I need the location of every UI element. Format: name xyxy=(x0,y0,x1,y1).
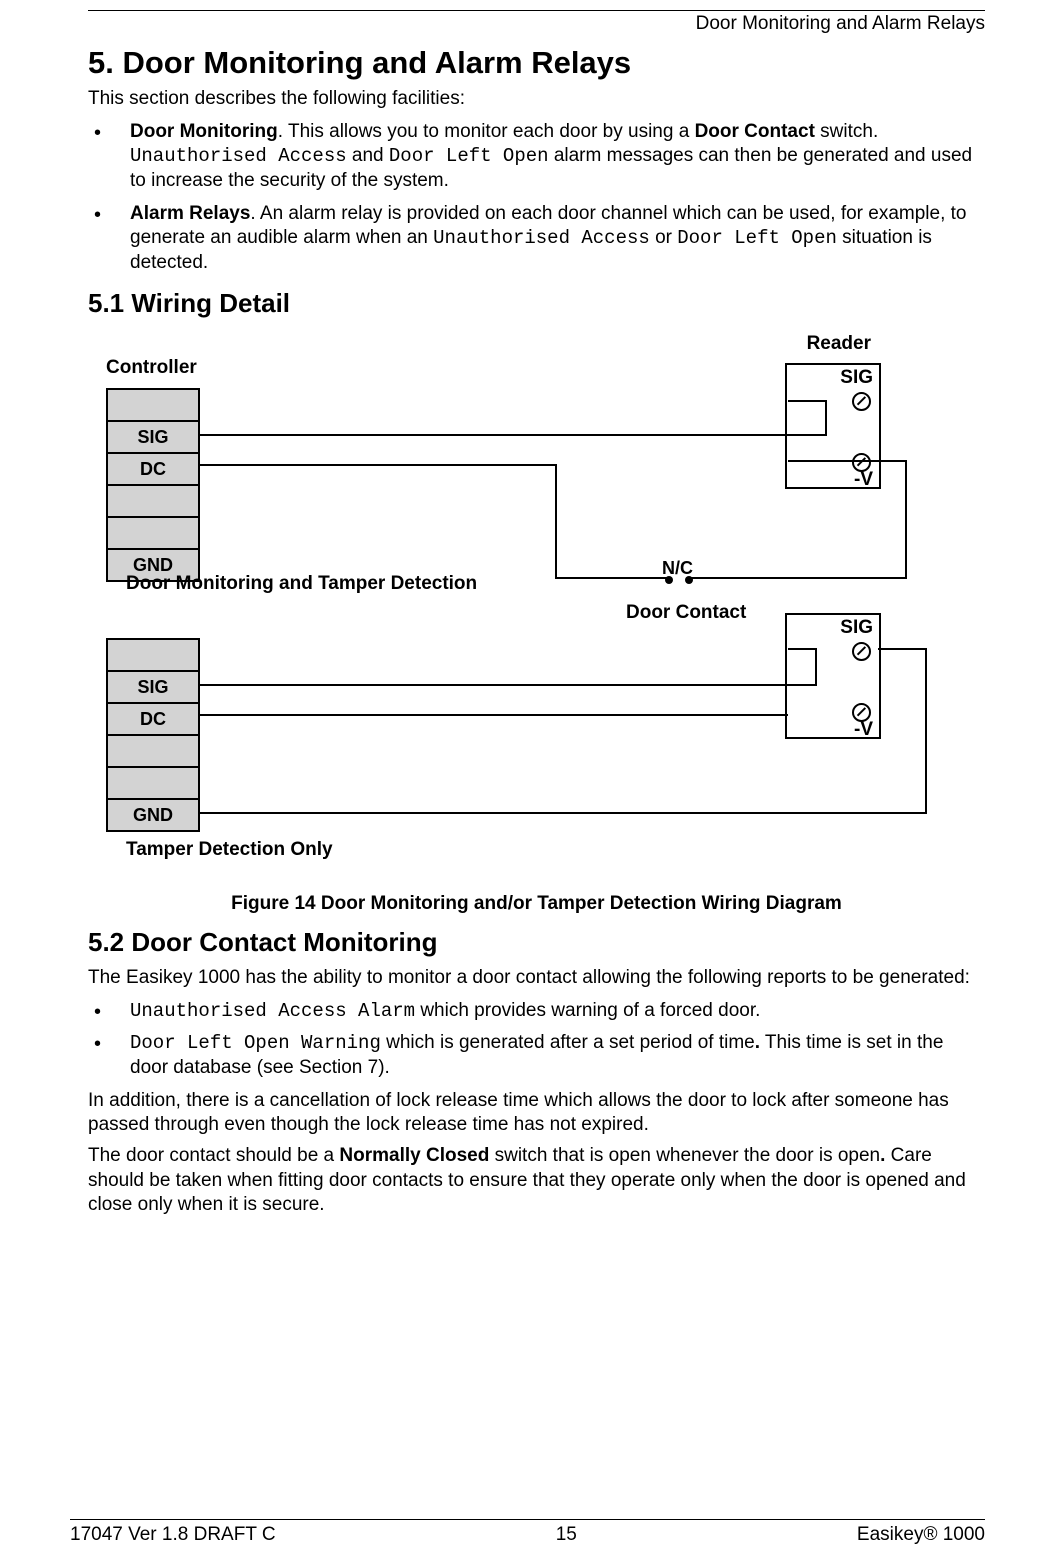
text: and xyxy=(347,145,389,166)
wiring-diagram: Controller Reader SIG DC GND SIG -V SIG … xyxy=(96,333,966,883)
bullet-lead: Alarm Relays xyxy=(130,203,250,224)
facility-list: Door Monitoring. This allows you to moni… xyxy=(88,120,985,276)
list-item: Alarm Relays. An alarm relay is provided… xyxy=(88,202,985,276)
mono-text: Unauthorised Access xyxy=(433,227,650,249)
wiring-svg xyxy=(96,333,966,883)
text: which is generated after a set period of… xyxy=(381,1032,755,1053)
mono-text: Unauthorised Access xyxy=(130,145,347,167)
bullet-lead: Door Monitoring xyxy=(130,121,278,142)
text-bold: Normally Closed xyxy=(339,1145,489,1166)
dcm-title: 5.2 Door Contact Monitoring xyxy=(88,927,985,958)
text: switch. xyxy=(815,121,878,142)
mono-text: Door Left Open xyxy=(677,227,837,249)
list-item: Door Left Open Warning which is generate… xyxy=(88,1031,985,1080)
list-item: Door Monitoring. This allows you to moni… xyxy=(88,120,985,194)
dcm-p2: In addition, there is a cancellation of … xyxy=(88,1089,985,1138)
figure-caption: Figure 14 Door Monitoring and/or Tamper … xyxy=(88,893,985,915)
text: which provides warning of a forced door. xyxy=(415,1000,760,1021)
text: or xyxy=(650,227,677,248)
mono-text: Unauthorised Access Alarm xyxy=(130,1000,415,1022)
text: switch that is open whenever the door is… xyxy=(489,1145,880,1166)
wiring-title: 5.1 Wiring Detail xyxy=(88,288,985,319)
text: The door contact should be a xyxy=(88,1145,339,1166)
dcm-list: Unauthorised Access Alarm which provides… xyxy=(88,999,985,1081)
mono-text: Door Left Open Warning xyxy=(130,1032,381,1054)
footer-right: Easikey® 1000 xyxy=(857,1524,985,1546)
footer-page-number: 15 xyxy=(556,1524,577,1546)
page-footer: 17047 Ver 1.8 DRAFT C 15 Easikey® 1000 xyxy=(70,1519,985,1546)
intro-text: This section describes the following fac… xyxy=(88,87,985,112)
section-title: 5. Door Monitoring and Alarm Relays xyxy=(88,45,985,81)
text: . This allows you to monitor each door b… xyxy=(278,121,695,142)
list-item: Unauthorised Access Alarm which provides… xyxy=(88,999,985,1024)
dcm-p3: The door contact should be a Normally Cl… xyxy=(88,1144,985,1218)
text-bold: Door Contact xyxy=(695,121,815,142)
dcm-intro: The Easikey 1000 has the ability to moni… xyxy=(88,966,985,991)
footer-left: 17047 Ver 1.8 DRAFT C xyxy=(70,1524,276,1546)
running-header: Door Monitoring and Alarm Relays xyxy=(88,13,985,35)
mono-text: Door Left Open xyxy=(389,145,549,167)
